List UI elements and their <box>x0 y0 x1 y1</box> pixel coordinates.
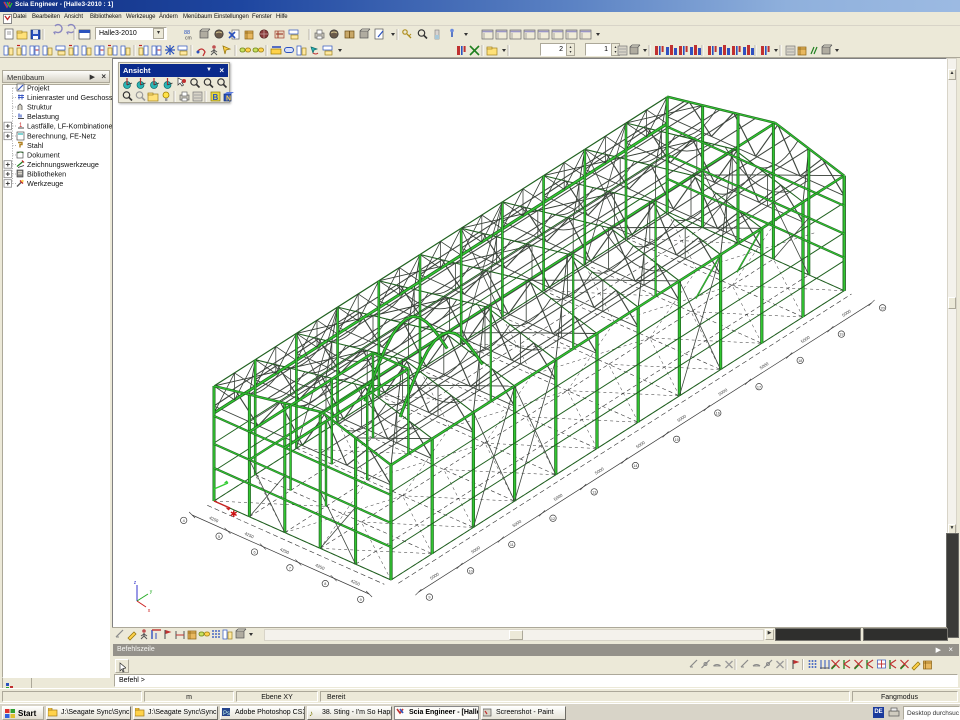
svg-text:♪: ♪ <box>309 709 313 718</box>
svg-text:Ps: Ps <box>223 711 230 717</box>
